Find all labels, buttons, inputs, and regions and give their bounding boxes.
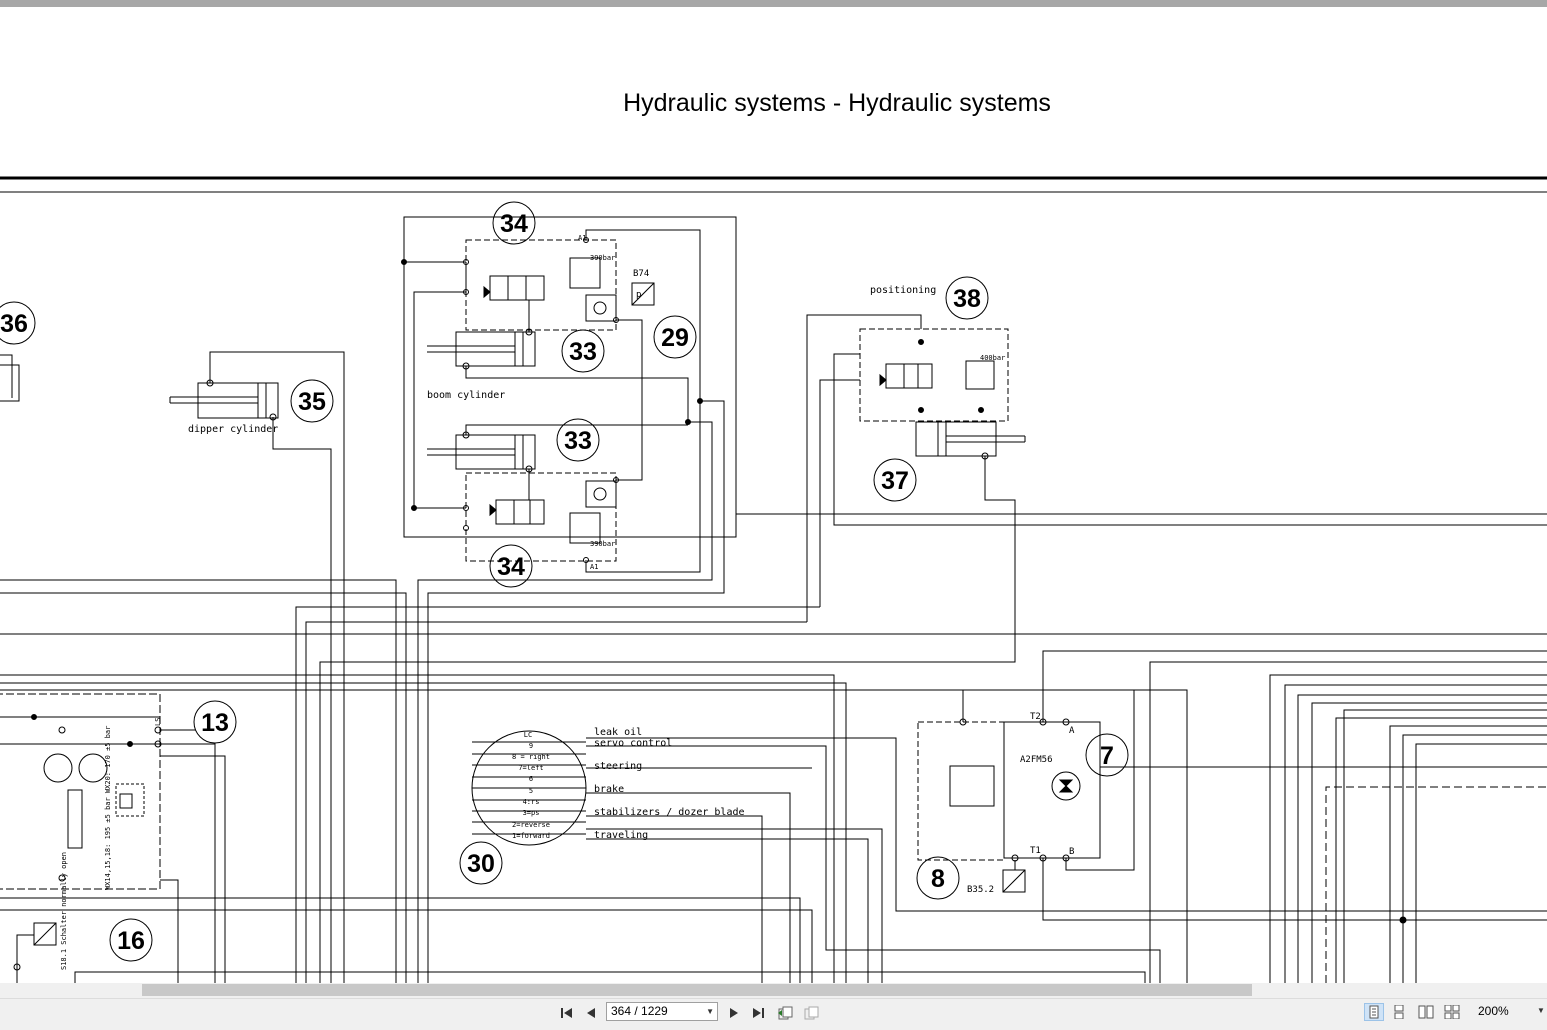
callout-37: 37 xyxy=(881,467,909,495)
label-ls: LS xyxy=(154,718,162,726)
switch-row-index: 4:rs xyxy=(523,798,540,806)
switch-row-index: 8 = right xyxy=(512,753,550,761)
continuous-view-button[interactable] xyxy=(1389,1003,1409,1021)
label-a2fm56: A2FM56 xyxy=(1020,755,1053,765)
viewer-toolbar xyxy=(0,998,1547,1030)
dipper-cylinder xyxy=(169,351,345,983)
switch-function-label: servo control xyxy=(594,738,672,749)
pressure-lines xyxy=(0,579,1547,983)
switch-function-label: traveling xyxy=(594,830,648,841)
continuous-facing-icon xyxy=(1444,1005,1460,1019)
window-top-bar xyxy=(0,0,1547,7)
next-page-icon xyxy=(730,1008,738,1018)
label-boom-cylinder: boom cylinder xyxy=(427,390,505,401)
single-page-view-button[interactable] xyxy=(1364,1003,1384,1021)
callout-30: 30 xyxy=(467,850,495,878)
previous-view-icon xyxy=(778,1006,793,1020)
continuous-facing-view-button[interactable] xyxy=(1442,1003,1462,1021)
hydraulic-schematic: 36 35 34 33 29 33 34 38 37 13 16 30 8 7 … xyxy=(0,176,1547,983)
callout-34-bottom: 34 xyxy=(497,553,525,581)
label-port-a: A xyxy=(1069,726,1075,736)
label-t1: T1 xyxy=(1030,846,1041,856)
label-a1-bottom: A1 xyxy=(590,563,598,571)
label-s18-note: S18.1 Schalter normally open xyxy=(60,852,68,970)
previous-page-button[interactable] xyxy=(581,1005,601,1021)
callout-16: 16 xyxy=(117,927,145,955)
switch-row-index: 3=ps xyxy=(523,809,540,817)
continuous-page-icon xyxy=(1394,1005,1404,1019)
label-400bar: 400bar xyxy=(980,354,1005,362)
label-390bar-top: 390bar xyxy=(590,254,615,262)
callout-34-top: 34 xyxy=(500,210,528,238)
callout-circles xyxy=(0,201,1129,962)
first-page-icon xyxy=(561,1008,572,1018)
facing-view-button[interactable] xyxy=(1416,1003,1436,1021)
first-page-button[interactable] xyxy=(557,1005,577,1021)
document-page: Hydraulic systems - Hydraulic systems 36… xyxy=(0,7,1547,983)
switch-row-index: LC xyxy=(524,731,532,739)
switch-index-labels: LC 9 8 = right 7=left 6 5 4:rs 3=ps 2=re… xyxy=(512,731,550,840)
switch-row-index: 1=forward xyxy=(512,832,550,840)
component-8-7-motor xyxy=(917,650,1547,921)
label-wx-note: WX14,15,18: 195 ±5 bar WX20: 170 ±5 bar xyxy=(104,726,112,890)
previous-page-icon xyxy=(587,1008,595,1018)
page-number-text: 364 / 1229 xyxy=(611,1004,668,1018)
callout-29: 29 xyxy=(661,324,689,352)
label-390bar-bottom: 390bar xyxy=(590,540,615,548)
next-view-button[interactable] xyxy=(801,1005,821,1021)
switch-function-label: stabilizers / dozer blade xyxy=(594,807,745,818)
callout-8: 8 xyxy=(931,865,945,893)
label-port-b: B xyxy=(1069,847,1074,857)
callout-33-bottom: 33 xyxy=(564,427,592,455)
switch-function-label: leak oil xyxy=(594,727,642,738)
zoom-level[interactable]: 200% xyxy=(1478,1004,1509,1018)
zoom-dropdown-icon[interactable]: ▼ xyxy=(1537,1006,1545,1015)
callout-35: 35 xyxy=(298,388,326,416)
label-b35-2: B35.2 xyxy=(967,885,994,895)
next-view-icon xyxy=(804,1006,819,1020)
switch-row-index: 7=left xyxy=(518,764,543,772)
horizontal-scrollbar[interactable] xyxy=(0,983,1547,998)
right-line-bundle xyxy=(1149,661,1547,983)
callout-38: 38 xyxy=(953,285,981,313)
callout-numbers: 36 35 34 33 29 33 34 38 37 13 16 30 8 7 xyxy=(0,210,1114,955)
facing-pages-icon xyxy=(1418,1005,1434,1019)
switch-function-label: brake xyxy=(594,784,624,795)
switch-row-index: 5 xyxy=(529,787,533,795)
callout-33-top: 33 xyxy=(569,338,597,366)
label-positioning: positioning xyxy=(870,285,936,296)
scrollbar-thumb[interactable] xyxy=(142,984,1252,996)
label-dipper-cylinder: dipper cylinder xyxy=(188,424,278,435)
callout-7: 7 xyxy=(1100,742,1114,770)
component-36 xyxy=(0,354,20,402)
last-page-icon xyxy=(753,1008,764,1018)
callout-13: 13 xyxy=(201,709,229,737)
chevron-down-icon[interactable]: ▼ xyxy=(706,1003,714,1020)
label-a1-top: A1 xyxy=(578,234,586,242)
switch-row-index: 9 xyxy=(529,742,533,750)
previous-view-button[interactable] xyxy=(775,1005,795,1021)
last-page-button[interactable] xyxy=(748,1005,768,1021)
label-t2: T2 xyxy=(1030,712,1041,722)
label-p: p xyxy=(636,290,641,300)
switch-row-index: 6 xyxy=(529,775,533,783)
switch-row-index: 2=reverse xyxy=(512,821,550,829)
next-page-button[interactable] xyxy=(724,1005,744,1021)
single-page-icon xyxy=(1369,1005,1379,1019)
switch-function-labels: leak oil servo control steering brake st… xyxy=(594,727,745,841)
callout-36: 36 xyxy=(0,310,28,338)
page-number-field[interactable]: 364 / 1229 ▼ xyxy=(606,1002,718,1021)
label-b74: B74 xyxy=(633,269,649,279)
switch-function-label: steering xyxy=(594,761,642,772)
